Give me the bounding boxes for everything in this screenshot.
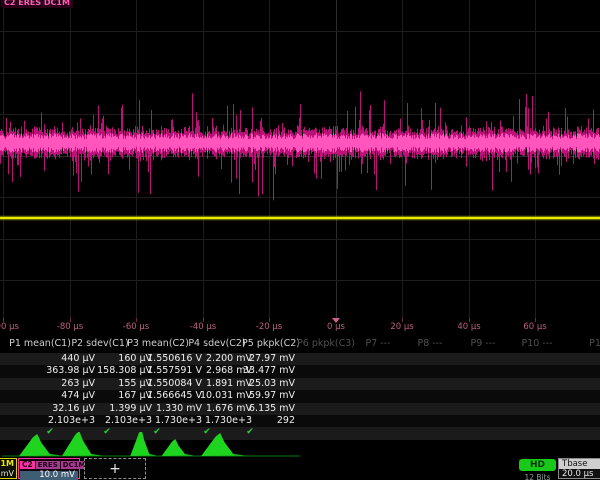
param-header-disabled[interactable]: P1 — [589, 338, 600, 349]
c1-vdiv-value: 0 mV — [0, 469, 16, 479]
param-header-disabled[interactable]: P8 --- — [417, 338, 442, 349]
param-header-disabled[interactable]: P7 --- — [365, 338, 390, 349]
param-cell: 440 µV — [61, 353, 95, 365]
waveform-traces — [0, 0, 600, 318]
time-axis-label: -100 µs — [0, 322, 19, 332]
param-cell: 1.891 mV — [206, 378, 252, 390]
time-axis-label: 40 µs — [457, 322, 480, 332]
timebase-label: Tbase — [559, 459, 600, 469]
param-cell: 363.98 µV — [46, 365, 95, 377]
param-header-disabled[interactable]: P6 pkpk(C3) — [297, 338, 355, 349]
histicon-peak — [19, 434, 61, 456]
param-header-p4[interactable]: P4 sdev(C2) — [188, 338, 245, 349]
param-cell: 1.730e+3 — [205, 415, 252, 427]
param-cell: 25.03 mV — [249, 378, 295, 390]
param-cell: 10.031 mV — [200, 390, 252, 402]
c2-channel-badge: C2 — [20, 461, 35, 469]
param-cell: 1.676 mV — [206, 403, 252, 415]
param-header-disabled[interactable]: P10 --- — [521, 338, 552, 349]
time-axis-label: -20 µs — [256, 322, 282, 332]
param-cell: 1.550084 V — [147, 378, 202, 390]
trigger-position-marker — [332, 318, 340, 323]
param-header-disabled[interactable]: P9 --- — [470, 338, 495, 349]
histicon-strip — [0, 432, 600, 458]
param-cell: 292 — [277, 415, 295, 427]
measure-table: P1 mean(C1) 440 µV363.98 µV263 µV474 µV32… — [0, 338, 600, 434]
time-axis-label: -60 µs — [123, 322, 149, 332]
time-axis-label: 20 µs — [390, 322, 413, 332]
histicon-peak — [62, 432, 102, 456]
time-axis-label: 60 µs — [523, 322, 546, 332]
param-cell: 1.399 µV — [109, 403, 152, 415]
param-cell: 158.308 µV — [97, 365, 152, 377]
bottom-bar: DC1M 0 mV C2 ERES DC1M 10.0 mV + HD 12 B… — [0, 458, 600, 480]
param-header-p5[interactable]: P5 pkpk(C2) — [242, 338, 300, 349]
param-cell: 1.730e+3 — [155, 415, 202, 427]
param-cell: 1.330 mV — [156, 403, 202, 415]
param-header-p2[interactable]: P2 sdev(C1) — [71, 338, 128, 349]
timebase-descriptor-box[interactable]: Tbase 20.0 µs — [558, 458, 600, 479]
histicon-peak — [162, 439, 194, 456]
c2-descriptor-box[interactable]: C2 ERES DC1M 10.0 mV — [18, 458, 80, 479]
param-cell: 33.477 mV — [243, 365, 295, 377]
c1-descriptor-box[interactable]: DC1M 0 mV — [0, 458, 17, 479]
time-axis-label: -40 µs — [190, 322, 216, 332]
time-axis-label: -80 µs — [57, 322, 83, 332]
c2-trace-annotation: C2 ERES DC1M — [1, 0, 73, 8]
hd-mode-badge[interactable]: HD — [519, 459, 556, 471]
param-cell: 2.103e+3 — [48, 415, 95, 427]
param-cell: 2.103e+3 — [105, 415, 152, 427]
param-cell: 1.550616 V — [147, 353, 202, 365]
param-cell: 2.200 mV — [206, 353, 252, 365]
param-cell: 59.97 mV — [249, 390, 295, 402]
time-axis: -100 µs -80 µs -60 µs -40 µs -20 µs 0 µs 20 µs… — [0, 318, 600, 334]
histicon-peak — [201, 433, 245, 456]
param-header-p1[interactable]: P1 mean(C1) — [9, 338, 71, 349]
time-axis-label: 0 µs — [327, 322, 345, 332]
param-cell: 1.557591 V — [147, 365, 202, 377]
c1-coupling-label: DC1M — [0, 459, 16, 469]
oscilloscope-screen: C2 ERES DC1M -100 µs -80 µs -60 µs -40 µs -2… — [0, 0, 600, 480]
add-trace-button[interactable]: + — [84, 458, 146, 479]
waveform-grid: C2 ERES DC1M — [0, 0, 600, 318]
hd-bits-label: 12 Bits — [519, 473, 556, 480]
param-cell: 263 µV — [61, 378, 95, 390]
param-cell: 27.97 mV — [249, 353, 295, 365]
param-cell: 474 µV — [61, 390, 95, 402]
histicon-peak — [130, 432, 156, 456]
param-cell: 1.566645 V — [147, 390, 202, 402]
timebase-value: 20.0 µs — [559, 469, 600, 479]
param-cell: 32.16 µV — [52, 403, 95, 415]
c2-vdiv-value: 10.0 mV — [20, 471, 78, 480]
param-header-p3[interactable]: P3 mean(C2) — [127, 338, 189, 349]
c2-eres-badge: ERES — [36, 461, 60, 469]
param-cell: 6.135 mV — [249, 403, 295, 415]
